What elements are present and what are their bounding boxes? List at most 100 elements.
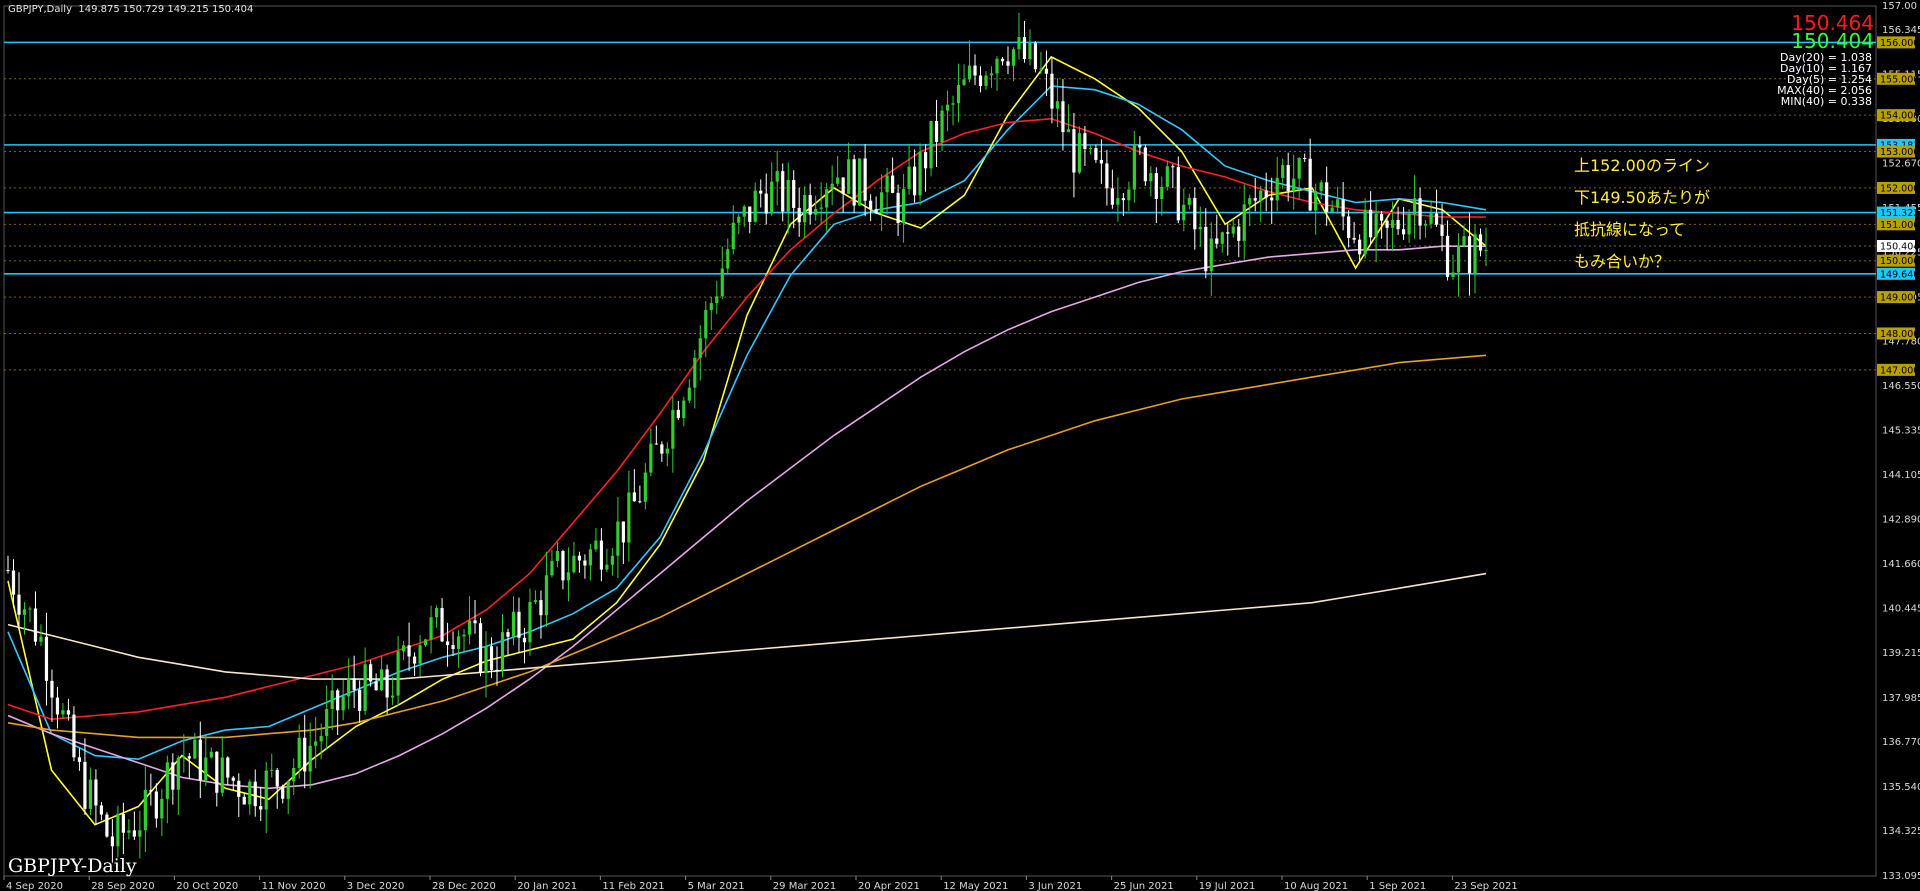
- candle-body: [588, 549, 593, 566]
- candle-body: [1281, 165, 1285, 178]
- candle-body: [1160, 186, 1164, 199]
- price-tag-label: 147.000: [1880, 365, 1919, 376]
- candle-body: [99, 805, 104, 815]
- candle-body: [1292, 178, 1296, 191]
- candle-body: [693, 357, 697, 388]
- price-chart[interactable]: 157.00156.345155.115153.900152.670151.45…: [0, 0, 1920, 891]
- candle-body: [44, 636, 49, 681]
- candle-body: [154, 791, 158, 819]
- candle-body: [1215, 238, 1219, 244]
- date-tick-label: 20 Apr 2021: [858, 881, 920, 891]
- candle-body: [1259, 190, 1263, 201]
- candle-body: [748, 206, 752, 222]
- candle-body: [770, 181, 774, 214]
- candle-body: [720, 268, 724, 297]
- candle-body: [1220, 232, 1224, 244]
- candle-body: [517, 611, 521, 638]
- chart-window[interactable]: 157.00156.345155.115153.900152.670151.45…: [0, 0, 1920, 891]
- candle-body: [1182, 204, 1186, 221]
- candle-body: [792, 179, 796, 208]
- price-tag-label: 151.000: [1880, 220, 1919, 231]
- candle-body: [1033, 42, 1038, 70]
- candle-body: [253, 781, 257, 807]
- candle-body: [1121, 198, 1125, 201]
- candle-body: [682, 400, 686, 418]
- candle-body: [171, 762, 175, 790]
- price-tick-label: 145.335: [1882, 425, 1920, 436]
- candle-body: [462, 634, 466, 637]
- price-tick-label: 135.540: [1882, 782, 1920, 793]
- candle-body: [577, 555, 582, 561]
- symbol-label: GBPJPY,Daily: [8, 4, 72, 15]
- candle-body: [880, 192, 884, 214]
- candle-body: [1116, 198, 1120, 205]
- candle-body: [638, 501, 642, 503]
- candle-body: [1462, 236, 1466, 246]
- candle-body: [429, 617, 433, 640]
- candle-body: [1330, 207, 1334, 212]
- candle-body: [836, 177, 840, 184]
- candle-body: [1050, 73, 1054, 109]
- candle-body: [1022, 37, 1027, 59]
- price-tag-label: 152.000: [1880, 183, 1919, 194]
- candle-body: [1105, 163, 1109, 189]
- candle-body: [660, 444, 664, 454]
- plot-border: [3, 5, 1877, 877]
- candle-body: [297, 737, 301, 768]
- price-tag-label: 150.404: [1880, 242, 1919, 253]
- candle-body: [77, 757, 82, 762]
- candle-body: [885, 175, 889, 193]
- candle-body: [319, 735, 323, 742]
- candle-body: [127, 830, 131, 833]
- candle-body: [544, 575, 549, 616]
- date-tick-label: 4 Sep 2020: [6, 881, 63, 891]
- candle-body: [314, 741, 318, 746]
- candle-body: [1451, 272, 1455, 277]
- candle-body: [1231, 226, 1235, 234]
- candle-body: [204, 757, 208, 781]
- date-tick-label: 1 Sep 2021: [1369, 881, 1426, 891]
- candle-body: [1467, 236, 1472, 274]
- chart-header: GBPJPY,Daily 149.875 150.729 149.215 150…: [8, 4, 253, 15]
- candle-body: [1336, 199, 1340, 208]
- candle-body: [1083, 133, 1087, 150]
- candle-body: [61, 710, 65, 715]
- candle-body: [753, 190, 757, 222]
- candle-body: [929, 120, 933, 169]
- candle-body: [6, 569, 10, 571]
- candle-body: [764, 193, 768, 214]
- price-tick-label: 140.445: [1882, 603, 1920, 614]
- annotation-line-3: 抵抗線になって: [1574, 220, 1686, 239]
- candle-body: [473, 620, 477, 624]
- date-tick-label: 28 Sep 2020: [91, 881, 154, 891]
- candle-body: [1088, 148, 1093, 150]
- candle-body: [676, 409, 680, 418]
- candle-body: [1407, 214, 1411, 235]
- candle-body: [830, 183, 834, 190]
- ma-orange-line: [7, 354, 1487, 739]
- candle-body: [1138, 145, 1142, 148]
- candle-body: [105, 814, 109, 837]
- candle-body: [198, 739, 202, 781]
- price-tick-label: 156.345: [1882, 25, 1920, 36]
- candle-body: [869, 200, 873, 210]
- candle-body: [308, 745, 312, 772]
- candle-body: [1149, 173, 1153, 182]
- candle-body: [484, 646, 488, 673]
- candle-body: [775, 171, 779, 182]
- date-tick-label: 10 Aug 2021: [1284, 881, 1348, 891]
- candle-body: [165, 762, 169, 799]
- candle-body: [1264, 190, 1268, 198]
- range-stats: Day(20) = 1.038 Day(10) = 1.167 Day(5) =…: [1777, 52, 1872, 107]
- candle-body: [627, 492, 631, 543]
- candle-body: [1171, 166, 1175, 168]
- candle-body: [391, 695, 395, 698]
- date-tick-label: 23 Sep 2021: [1454, 881, 1517, 891]
- candle-body: [50, 680, 54, 698]
- date-tick-label: 20 Oct 2020: [176, 881, 238, 891]
- candle-body: [989, 73, 994, 76]
- candle-body: [605, 564, 609, 570]
- candle-body: [781, 171, 785, 212]
- candle-body: [594, 540, 598, 550]
- candle-body: [803, 195, 807, 223]
